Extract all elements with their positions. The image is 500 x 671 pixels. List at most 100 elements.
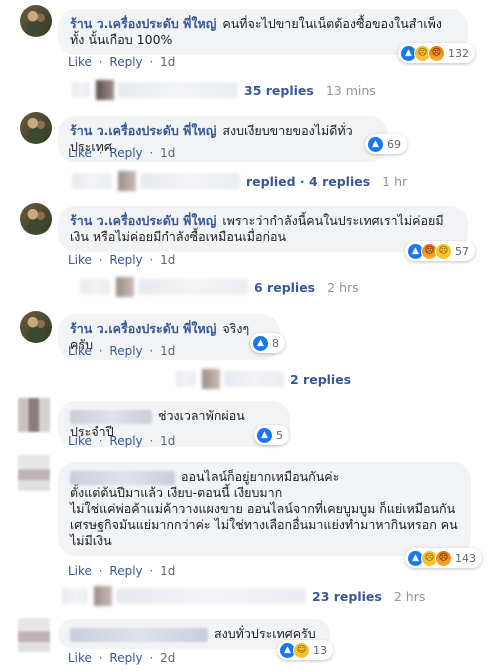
comment-time[interactable]: 1d — [160, 55, 175, 69]
reaction-count: 143 — [455, 551, 476, 565]
commenter-name[interactable]: ร้าน ว.เครื่องประดับ พี่ใหญ่ — [70, 321, 216, 336]
reply-link[interactable]: Reply — [109, 146, 142, 160]
commenter-name[interactable] — [70, 470, 175, 485]
blurred-area — [72, 82, 90, 98]
commenter-name[interactable]: ร้าน ว.เครื่องประดับ พี่ใหญ่ — [70, 123, 216, 138]
replies-count[interactable]: 35 replies — [244, 83, 314, 98]
blurred-area — [224, 371, 284, 387]
like-link[interactable]: Like — [68, 146, 92, 160]
reaction-summary[interactable]: ▲ ☺ 13 — [277, 640, 333, 660]
reaction-summary[interactable]: ▲ 8 — [250, 333, 285, 353]
reply-link[interactable]: Reply — [109, 651, 142, 665]
reaction-summary[interactable]: ▲ ☹ ☹ 132 — [398, 43, 475, 63]
separator: · — [98, 55, 103, 69]
avatar[interactable] — [20, 5, 52, 37]
angry-icon: ☹ — [435, 549, 452, 567]
replies-time: 13 mins — [325, 82, 376, 98]
sad-icon: ☹ — [435, 242, 452, 260]
avatar[interactable] — [20, 311, 52, 343]
like-icon: ▲ — [252, 334, 269, 352]
comment-actions: Like · Reply · 1d — [68, 55, 178, 69]
reply-link[interactable]: Reply — [109, 434, 142, 448]
reaction-count: 5 — [276, 428, 283, 442]
haha-icon: ☺ — [293, 641, 310, 659]
reaction-summary[interactable]: ▲ 69 — [365, 134, 407, 154]
commenter-name[interactable] — [70, 627, 208, 642]
like-link[interactable]: Like — [68, 344, 92, 358]
like-link[interactable]: Like — [68, 651, 92, 665]
separator: · — [149, 434, 154, 448]
replier-avatar — [202, 369, 220, 389]
separator: · — [98, 344, 103, 358]
comment-actions: Like · Reply · 1d — [68, 146, 178, 160]
separator: · — [98, 651, 103, 665]
commenter-name[interactable] — [70, 409, 152, 424]
separator: · — [149, 253, 154, 267]
separator: · — [149, 564, 154, 578]
separator: · — [149, 55, 154, 69]
separator: · — [149, 344, 154, 358]
replies-count[interactable]: 23 replies — [312, 589, 382, 604]
comment-line: เศรษฐกิจมันแย่มากกว่าค่ะ ไม่ใช่ทางเลือกอ… — [70, 517, 458, 532]
replier-avatar — [118, 171, 136, 191]
reaction-summary[interactable]: ▲ 5 — [254, 425, 289, 445]
avatar[interactable] — [20, 112, 52, 144]
comment-time[interactable]: 2d — [160, 651, 175, 665]
view-replies-link[interactable]: replied · 4 replies 1 hr — [72, 171, 407, 191]
blurred-area — [140, 173, 240, 189]
blurred-area — [72, 173, 112, 189]
replies-count[interactable]: 2 replies — [290, 372, 351, 387]
reply-link[interactable]: Reply — [109, 253, 142, 267]
comment-actions: Like · Reply · 2d — [68, 651, 178, 665]
like-link[interactable]: Like — [68, 434, 92, 448]
reply-link[interactable]: Reply — [109, 344, 142, 358]
replies-count[interactable]: replied · 4 replies — [246, 174, 370, 189]
replier-avatar — [94, 586, 112, 606]
separator: · — [98, 146, 103, 160]
commenter-name[interactable]: ร้าน ว.เครื่องประดับ พี่ใหญ่ — [70, 16, 216, 31]
blurred-area — [80, 279, 110, 295]
avatar[interactable] — [18, 455, 50, 491]
comment-line: ไม่ใช่แค่พ่อค้าแม่ค้าวางแผงขาย ออนไลน์จา… — [70, 501, 456, 516]
view-replies-link[interactable]: 23 replies 2 hrs — [62, 586, 425, 606]
view-replies-link[interactable]: 2 replies — [176, 369, 351, 389]
reaction-count: 8 — [272, 336, 279, 350]
avatar[interactable] — [18, 398, 50, 432]
reply-link[interactable]: Reply — [109, 55, 142, 69]
reaction-count: 69 — [387, 137, 401, 151]
reaction-count: 57 — [455, 244, 469, 258]
blurred-area — [62, 588, 88, 604]
view-replies-link[interactable]: 6 replies 2 hrs — [80, 277, 359, 297]
view-replies-link[interactable]: 35 replies 13 mins — [72, 80, 376, 100]
comment-time[interactable]: 1d — [160, 344, 175, 358]
separator: · — [98, 253, 103, 267]
avatar[interactable] — [20, 203, 52, 235]
like-link[interactable]: Like — [68, 55, 92, 69]
comment-actions: Like · Reply · 1d — [68, 253, 178, 267]
separator: · — [149, 146, 154, 160]
blurred-area — [138, 279, 248, 295]
reaction-count: 132 — [448, 46, 469, 60]
reaction-summary[interactable]: ▲ ☹ ☹ 57 — [405, 241, 475, 261]
replies-time: 1 hr — [382, 173, 408, 189]
blurred-area — [176, 371, 196, 387]
comment-time[interactable]: 1d — [160, 434, 175, 448]
comment-actions: Like · Reply · 1d — [68, 564, 178, 578]
comment-time[interactable]: 1d — [160, 253, 175, 267]
like-icon: ▲ — [367, 135, 384, 153]
reply-link[interactable]: Reply — [109, 564, 142, 578]
replies-count[interactable]: 6 replies — [254, 280, 315, 295]
like-icon: ▲ — [256, 426, 273, 444]
commenter-name[interactable]: ร้าน ว.เครื่องประดับ พี่ใหญ่ — [70, 213, 216, 228]
replies-time: 2 hrs — [393, 588, 426, 604]
comment-time[interactable]: 1d — [160, 564, 175, 578]
like-link[interactable]: Like — [68, 253, 92, 267]
reaction-summary[interactable]: ▲ ☹ ☹ 143 — [405, 548, 482, 568]
comment-line: ออนไลน์ก็อยู่ยากเหมือนกันค่ะ — [70, 469, 459, 485]
reaction-count: 13 — [313, 643, 327, 657]
avatar[interactable] — [18, 618, 50, 652]
comment-time[interactable]: 1d — [160, 146, 175, 160]
comment-actions: Like · Reply · 1d — [68, 434, 178, 448]
separator: · — [98, 564, 103, 578]
like-link[interactable]: Like — [68, 564, 92, 578]
